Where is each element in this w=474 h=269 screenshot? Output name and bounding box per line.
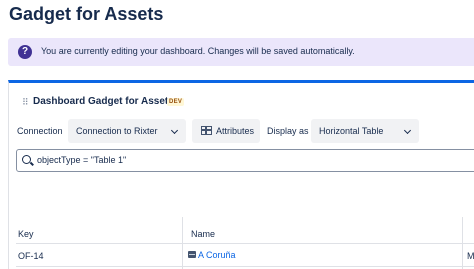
- connection-label: Connection: [17, 126, 63, 136]
- header-divider: [16, 243, 474, 244]
- search-icon: [22, 155, 31, 164]
- question-icon: ?: [18, 45, 32, 59]
- query-input[interactable]: objectType = "Table 1": [16, 149, 474, 172]
- chevron-down-icon: [170, 126, 179, 135]
- page-title: Gadget for Assets: [9, 4, 164, 24]
- dev-badge: DEV: [167, 98, 185, 106]
- display-as-select-value: Horizontal Table: [319, 126, 384, 136]
- object-icon: [188, 251, 196, 258]
- drag-handle-icon[interactable]: ⠿: [22, 97, 29, 108]
- display-as-select[interactable]: Horizontal Table: [311, 119, 419, 143]
- column-header-key[interactable]: Key: [18, 229, 34, 239]
- banner-text: You are currently editing your dashboard…: [41, 46, 355, 56]
- row-trailing-cell: M: [467, 251, 474, 261]
- attributes-button[interactable]: Attributes: [192, 119, 260, 143]
- connection-select-value: Connection to Rixter: [76, 126, 158, 136]
- row-key: OF-14: [18, 251, 44, 261]
- column-header-name[interactable]: Name: [191, 229, 215, 239]
- query-value: objectType = "Table 1": [37, 155, 127, 165]
- gadget-panel: [8, 80, 474, 269]
- editing-banner: ? You are currently editing your dashboa…: [8, 38, 474, 66]
- gadget-title: Dashboard Gadget for Assets: [33, 96, 174, 107]
- display-as-label: Display as: [267, 126, 309, 136]
- row-name-link[interactable]: A Coruña: [198, 250, 236, 260]
- connection-select[interactable]: Connection to Rixter: [68, 119, 186, 143]
- table-icon: [201, 126, 212, 135]
- row-divider: [16, 266, 474, 267]
- chevron-down-icon: [403, 126, 412, 135]
- attributes-label: Attributes: [216, 126, 255, 136]
